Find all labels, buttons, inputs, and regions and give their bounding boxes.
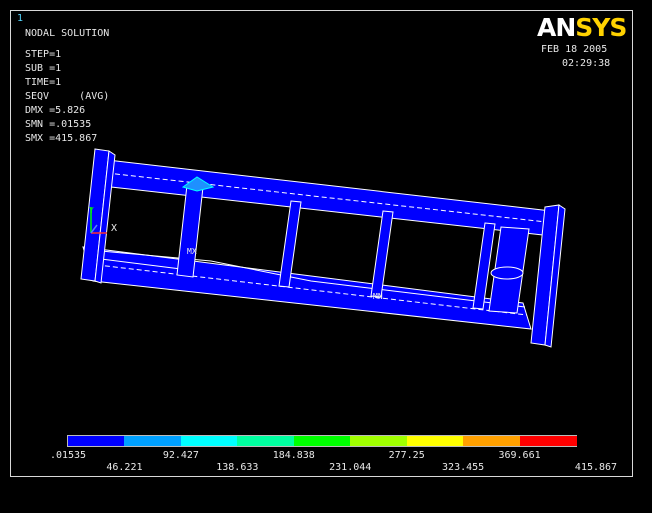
legend-band <box>124 436 182 446</box>
x-axis-label: X <box>111 223 118 234</box>
legend-band <box>68 436 125 446</box>
legend-band <box>237 436 295 446</box>
mn-marker: MN <box>373 292 383 301</box>
legend-band <box>180 436 238 446</box>
frame-model-plot[interactable] <box>11 11 634 478</box>
mx-marker: MX <box>187 247 197 256</box>
cross-member-3 <box>370 210 394 298</box>
legend-band <box>519 436 577 446</box>
legend-band <box>350 436 408 446</box>
legend-band <box>406 436 464 446</box>
legend-band <box>463 436 521 446</box>
legend-label: 92.427 <box>162 450 199 461</box>
graphics-viewport[interactable]: 1 ANSYS NODAL SOLUTION STEP=1 SUB =1 TIM… <box>10 10 633 477</box>
legend-label: 46.221 <box>106 462 143 473</box>
legend-label: .01535 <box>49 450 87 461</box>
legend-label: 415.867 <box>574 462 618 473</box>
legend-label: 231.044 <box>329 462 372 473</box>
bottom-rail <box>82 246 532 330</box>
legend-label: 184.838 <box>272 450 315 461</box>
legend-label: 277.25 <box>388 450 425 461</box>
legend-label: 323.455 <box>442 462 485 473</box>
legend-label: 138.633 <box>216 462 259 473</box>
y-axis-label: Y <box>89 206 94 215</box>
legend-band <box>293 436 351 446</box>
legend-label: 369.661 <box>498 450 541 461</box>
